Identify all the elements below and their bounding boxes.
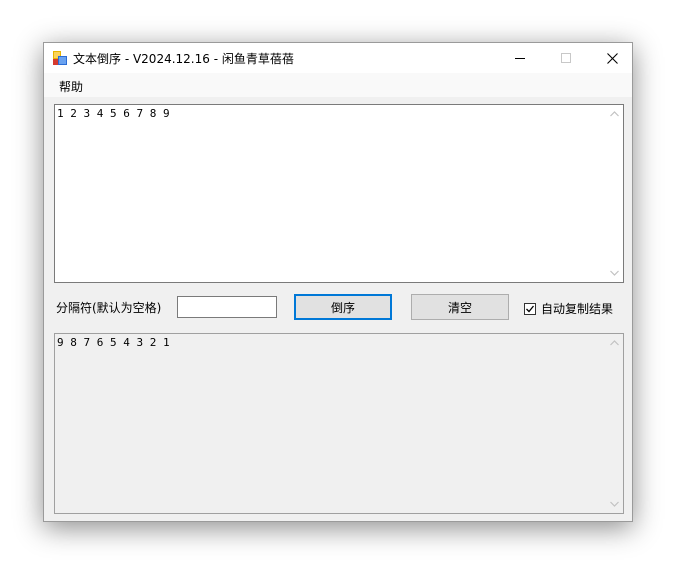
output-textarea[interactable]: 9 8 7 6 5 4 3 2 1 [54,333,624,514]
auto-copy-label: 自动复制结果 [541,302,614,316]
input-scrollbar[interactable] [606,106,622,281]
scroll-down-button[interactable] [606,496,622,512]
app-icon [53,51,67,65]
chevron-down-icon [609,501,619,507]
input-textarea[interactable]: 1 2 3 4 5 6 7 8 9 [54,104,624,283]
output-text: 9 8 7 6 5 4 3 2 1 [57,336,170,349]
input-text: 1 2 3 4 5 6 7 8 9 [57,107,170,120]
chevron-up-icon [609,340,619,346]
reverse-button[interactable]: 倒序 [294,294,392,320]
separator-label: 分隔符(默认为空格) [56,301,162,315]
menu-bar: 帮助 [44,73,632,97]
close-icon [606,52,618,64]
auto-copy-checkbox[interactable] [524,302,536,315]
menu-help[interactable]: 帮助 [59,78,83,95]
clear-button[interactable]: 清空 [411,294,509,320]
minimize-icon [515,58,525,59]
maximize-icon [561,53,571,63]
chevron-up-icon [609,111,619,117]
chevron-down-icon [609,270,619,276]
scroll-up-button[interactable] [606,335,622,351]
check-icon [526,305,535,312]
auto-copy-option[interactable]: 自动复制结果 [524,300,613,317]
title-bar[interactable]: 文本倒序 - V2024.12.16 - 闲鱼青草蓓蓓 [44,43,632,73]
maximize-button[interactable] [543,43,589,73]
scroll-up-button[interactable] [606,106,622,122]
minimize-button[interactable] [497,43,543,73]
separator-input[interactable] [177,296,277,318]
scroll-down-button[interactable] [606,265,622,281]
window-title: 文本倒序 - V2024.12.16 - 闲鱼青草蓓蓓 [73,52,294,66]
output-scrollbar[interactable] [606,335,622,512]
close-button[interactable] [589,43,635,73]
app-window: 文本倒序 - V2024.12.16 - 闲鱼青草蓓蓓 帮助 1 2 3 4 5… [43,42,633,522]
